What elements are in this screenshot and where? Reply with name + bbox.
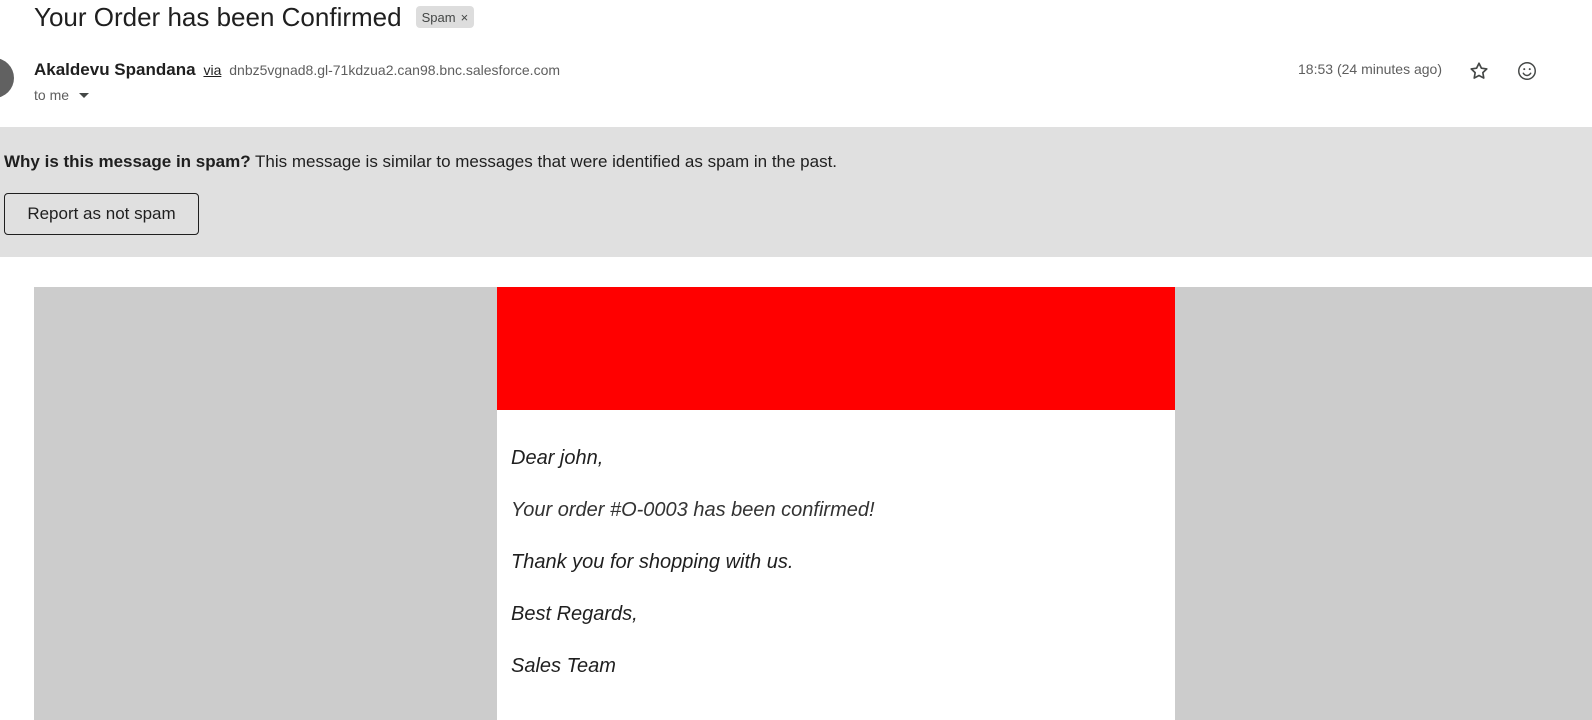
recipient-text: to me	[34, 87, 70, 103]
message-timestamp: 18:53 (24 minutes ago)	[1298, 61, 1442, 77]
sender-line: Akaldevu Spandana via dnbz5vgnad8.gl-71k…	[34, 60, 560, 80]
add-reaction-button[interactable]	[1514, 58, 1540, 84]
greeting-line: Dear john,	[511, 447, 604, 469]
add-reaction-icon	[1518, 62, 1536, 80]
chevron-down-icon[interactable]	[79, 92, 90, 98]
via-link[interactable]: via	[203, 62, 221, 78]
subject-row: Your Order has been Confirmed Spam ×	[34, 0, 475, 34]
spam-question: Why is this message in spam?	[4, 152, 251, 171]
closing-line: Best Regards,	[511, 603, 638, 625]
spam-label-text: Spam	[421, 9, 456, 25]
report-not-spam-button[interactable]: Report as not spam	[4, 193, 199, 235]
remove-label-button[interactable]: ×	[461, 10, 469, 25]
sender-domain: dnbz5vgnad8.gl-71kdzua2.can98.bnc.salesf…	[229, 62, 561, 78]
star-button[interactable]	[1466, 58, 1492, 84]
spam-reason: This message is similar to messages that…	[250, 152, 838, 171]
order-confirmation-line: Your order #O-0003 has been confirmed!	[511, 499, 875, 521]
email-body-text: Dear john, Your order #O-0003 has been c…	[497, 410, 1175, 678]
spam-warning-banner: Why is this message in spam? This messag…	[0, 127, 1592, 257]
email-header-banner	[497, 287, 1175, 410]
spam-explanation: Why is this message in spam? This messag…	[4, 152, 837, 172]
message-subject: Your Order has been Confirmed	[34, 2, 402, 32]
sender-name[interactable]: Akaldevu Spandana	[34, 60, 196, 79]
thank-you-line: Thank you for shopping with us.	[511, 551, 794, 573]
sender-avatar[interactable]	[0, 58, 14, 98]
email-content-card: Dear john, Your order #O-0003 has been c…	[497, 287, 1175, 720]
signature-line: Sales Team	[511, 655, 616, 677]
spam-label-chip: Spam ×	[415, 6, 475, 28]
recipient-line: to me	[34, 85, 90, 105]
star-icon	[1470, 62, 1488, 79]
